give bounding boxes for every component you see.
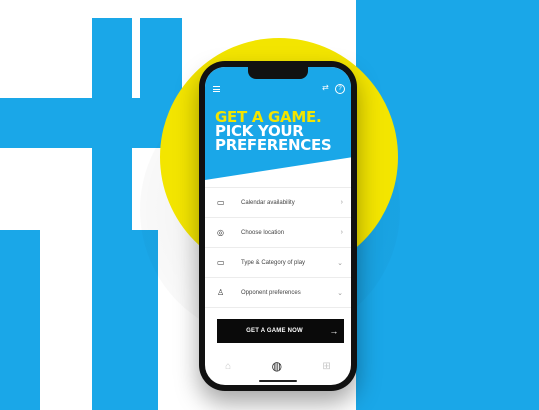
- menu-item-label: Choose location: [241, 229, 285, 236]
- chevron-down-icon: ⌄: [337, 289, 343, 297]
- menu-item-label: Opponent preferences: [241, 289, 301, 296]
- phone-frame: ⇄ ? GET A GAME. PICK YOUR PREFERENCES ▭ …: [199, 61, 357, 391]
- home-indicator: [259, 380, 297, 382]
- menu-item-location[interactable]: ◎ Choose location ›: [205, 218, 351, 248]
- menu-item-opponent[interactable]: ♙ Opponent preferences ⌄: [205, 278, 351, 308]
- tennis-ball-icon[interactable]: ◍: [272, 359, 282, 373]
- help-icon[interactable]: ?: [335, 84, 345, 94]
- hamburger-icon[interactable]: [213, 86, 220, 94]
- phone-notch: [248, 67, 308, 79]
- get-a-game-now-button[interactable]: GET A GAME NOW →: [217, 319, 344, 343]
- headline-line-3: PREFERENCES: [215, 136, 332, 154]
- person-icon: ♙: [217, 288, 225, 297]
- arrow-right-icon: →: [329, 326, 339, 336]
- chevron-down-icon: ⌄: [337, 259, 343, 267]
- menu-item-calendar[interactable]: ▭ Calendar availability ›: [205, 187, 351, 218]
- phone-screen: ⇄ ? GET A GAME. PICK YOUR PREFERENCES ▭ …: [205, 67, 351, 385]
- menu-item-label: Type & Category of play: [241, 259, 306, 266]
- hero-headline: GET A GAME. PICK YOUR PREFERENCES: [215, 110, 345, 154]
- home-icon[interactable]: ⌂: [225, 361, 231, 372]
- menu-item-label: Calendar availability: [241, 199, 295, 206]
- court-icon: ▭: [217, 258, 225, 267]
- preferences-menu: ▭ Calendar availability › ◎ Choose locat…: [205, 187, 351, 308]
- gamepad-icon[interactable]: ⊞: [322, 361, 330, 372]
- background-letter-stroke: [0, 230, 40, 410]
- menu-item-type-category[interactable]: ▭ Type & Category of play ⌄: [205, 248, 351, 278]
- cta-label: GET A GAME NOW: [246, 328, 303, 334]
- location-pin-icon: ◎: [217, 228, 224, 237]
- chevron-right-icon: ›: [340, 229, 343, 236]
- chevron-right-icon: ›: [340, 199, 343, 206]
- bottom-tab-bar: ⌂ ◍ ⊞: [205, 353, 351, 379]
- swap-icon[interactable]: ⇄: [322, 84, 329, 92]
- calendar-icon: ▭: [217, 198, 225, 207]
